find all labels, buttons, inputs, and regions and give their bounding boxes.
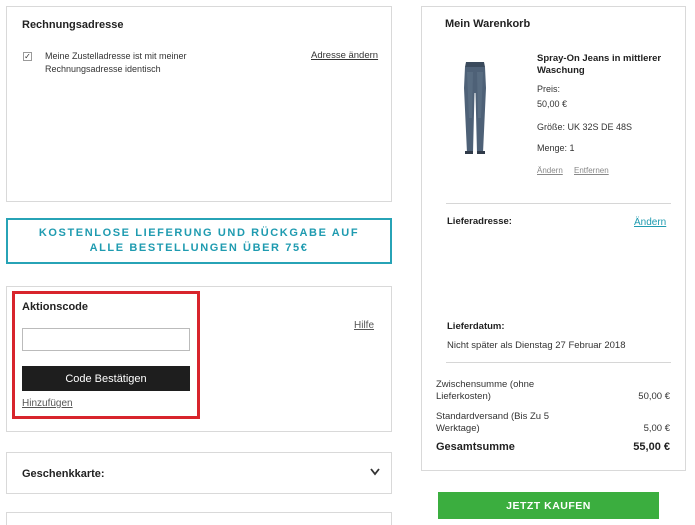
edit-item-link[interactable]: Ändern <box>537 166 563 175</box>
cart-divider <box>446 362 671 363</box>
subtotal-value: 50,00 € <box>638 391 670 402</box>
add-promo-link[interactable]: Hinzufügen <box>22 398 73 409</box>
remove-item-link[interactable]: Entfernen <box>574 166 609 175</box>
billing-address-title: Rechnungsadresse <box>22 19 124 31</box>
delivery-date-label: Lieferdatum: <box>447 321 505 332</box>
apply-code-button[interactable]: Code Bestätigen <box>22 366 190 391</box>
free-delivery-text: KOSTENLOSE LIEFERUNG UND RÜCKGABE AUF AL… <box>38 227 360 254</box>
price-value: 50,00 € <box>537 99 568 109</box>
total-value: 55,00 € <box>633 441 670 453</box>
promo-help-link[interactable]: Hilfe <box>354 320 374 331</box>
free-delivery-banner: KOSTENLOSE LIEFERUNG UND RÜCKGABE AUF AL… <box>6 218 392 264</box>
gift-card-title: Geschenkkarte: <box>22 468 105 480</box>
change-address-link[interactable]: Adresse ändern <box>311 50 378 61</box>
subtotal-label: Zwischensumme (ohne Lieferkosten) <box>436 379 535 402</box>
shipping-cost-value: 5,00 € <box>643 423 670 434</box>
size-value: Größe: UK 32S DE 48S <box>537 122 633 132</box>
same-address-label: Meine Zustelladresse ist mit meiner Rech… <box>45 51 187 74</box>
product-name: Spray-On Jeans in mittlerer Waschung <box>537 53 662 76</box>
shipping-cost-label: Standardversand (Bis Zu 5 Werktage) <box>436 411 550 434</box>
chevron-down-icon <box>370 468 380 476</box>
buy-now-button[interactable]: JETZT KAUFEN <box>438 492 659 519</box>
promo-code-input[interactable] <box>22 328 190 351</box>
shipping-address-label: Lieferadresse: <box>447 216 512 227</box>
price-label: Preis: <box>537 84 561 94</box>
cart-title: Mein Warenkorb <box>445 18 531 30</box>
quantity-value: Menge: 1 <box>537 143 575 153</box>
gift-card-accordion[interactable]: Geschenkkarte: <box>6 452 392 494</box>
billing-address-panel: Rechnungsadresse ✓ Meine Zustelladresse … <box>6 6 392 202</box>
promo-code-title: Aktionscode <box>22 301 89 313</box>
change-shipping-address-link[interactable]: Ändern <box>634 217 666 228</box>
delivery-date-value: Nicht später als Dienstag 27 Februar 201… <box>447 340 626 351</box>
jeans-product-image <box>464 62 486 154</box>
same-address-checkbox[interactable]: ✓ <box>23 52 32 61</box>
total-label: Gesamtsumme <box>436 441 515 453</box>
next-section-panel <box>6 512 392 525</box>
cart-divider <box>446 203 671 204</box>
